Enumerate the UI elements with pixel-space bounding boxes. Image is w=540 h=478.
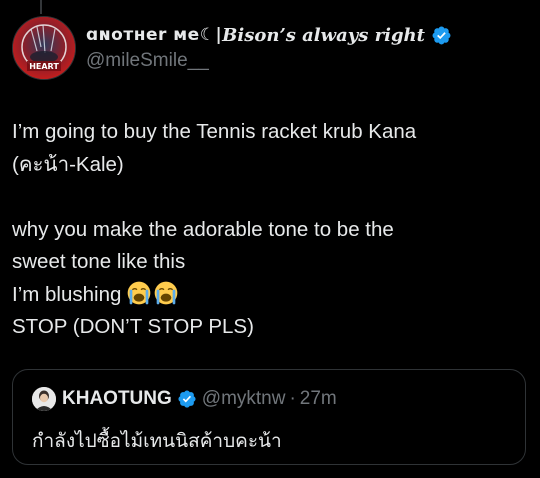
tweet-line: STOP (DON’T STOP PLS): [12, 315, 254, 338]
author-display-name-prefix[interactable]: ɑɴoᴛнer мe☾|: [86, 25, 222, 45]
author-handle[interactable]: @mileSmile__: [86, 50, 530, 72]
verified-badge-icon[interactable]: [431, 25, 452, 46]
quoted-timestamp[interactable]: 27m: [300, 388, 337, 410]
thread-connector-line: [40, 0, 42, 14]
quoted-tweet-card[interactable]: KHAOTUNG @myktnw · 27m กำลังไปซื้อไม้เทน…: [12, 369, 526, 465]
tweet-line: why you make the adorable tone to be the: [12, 217, 394, 241]
author-block: ɑɴoᴛнer мe☾| Bison’s always right @mileS…: [86, 22, 530, 72]
avatar-badge-text: HEART: [29, 62, 59, 71]
tweet-line: sweet tone like this: [12, 250, 186, 273]
loudly-crying-face-icon: [127, 281, 151, 304]
author-avatar[interactable]: HEART: [12, 16, 76, 80]
tweet-line: I’m going to buy the Tennis racket krub …: [12, 120, 417, 143]
quoted-author-avatar-image: [32, 387, 56, 411]
quoted-author-handle[interactable]: @myktnw: [202, 388, 286, 410]
quoted-tweet-header: KHAOTUNG @myktnw · 27m: [32, 387, 337, 411]
quoted-verified-badge-icon: [178, 390, 196, 408]
author-avatar-image: HEART: [13, 17, 75, 79]
meta-separator: ·: [289, 388, 296, 409]
loudly-crying-face-icon: [154, 281, 178, 304]
tweet-text: I’m going to buy the Tennis racket krub …: [12, 116, 528, 344]
author-display-name-suffix[interactable]: Bison’s always right: [222, 25, 425, 46]
tweet-line: (คะน้า-Kale): [12, 152, 124, 176]
quoted-author-avatar: [32, 387, 56, 411]
quoted-tweet-text: กำลังไปซื้อไม้เทนนิสค้าบคะน้า: [32, 430, 282, 452]
author-name-row[interactable]: ɑɴoᴛнer мe☾| Bison’s always right: [86, 22, 530, 48]
tweet-line-with-emoji: I’m blushing: [12, 279, 528, 312]
quoted-author-name[interactable]: KHAOTUNG: [62, 388, 172, 410]
tweet-line: I’m blushing: [12, 282, 122, 306]
